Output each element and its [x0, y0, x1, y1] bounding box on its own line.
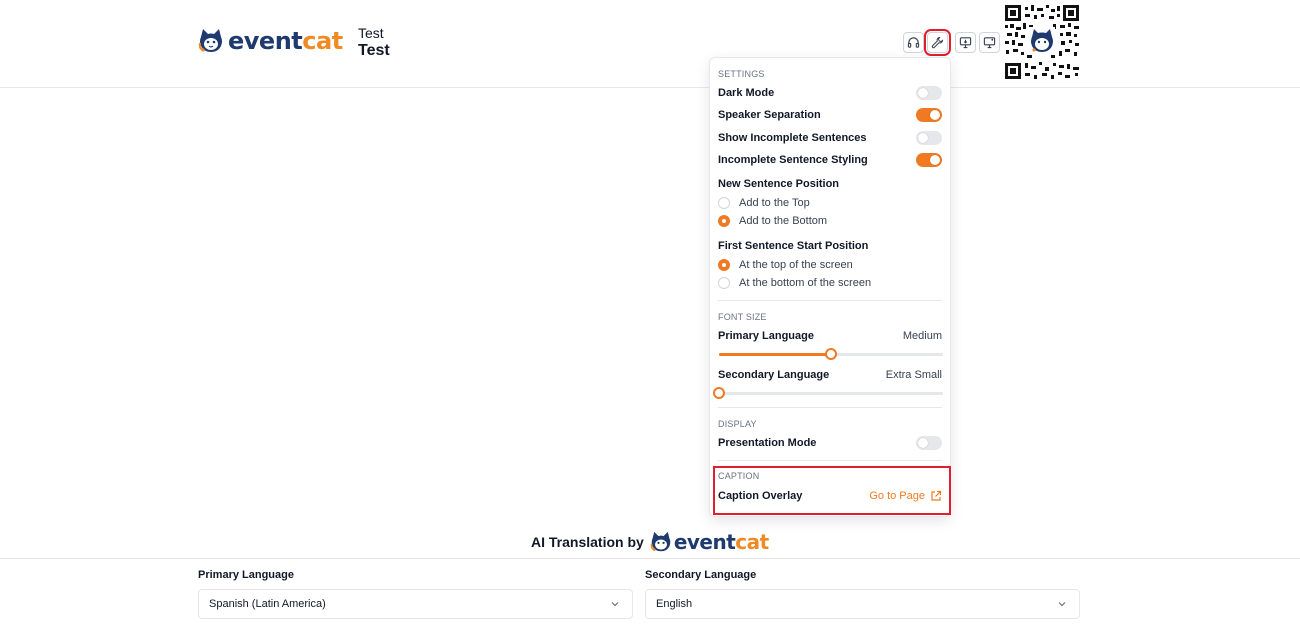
headphones-icon: [907, 37, 920, 48]
radio-button[interactable]: [718, 277, 730, 289]
caption-section-label: CAPTION: [718, 471, 760, 481]
primary-language-size-value: Medium: [902, 330, 942, 342]
incomplete-styling-row: Incomplete Sentence Styling: [718, 151, 942, 169]
settings-panel: SETTINGS Dark Mode Speaker Separation Sh…: [709, 57, 951, 517]
presentation-icon: [959, 37, 972, 49]
secondary-language-size-label: Secondary Language: [718, 369, 830, 381]
show-incomplete-row: Show Incomplete Sentences: [718, 129, 942, 147]
secondary-language-size-row: Secondary Language Extra Small: [718, 366, 942, 384]
divider: [718, 300, 942, 301]
secondary-language-value: English: [656, 598, 693, 610]
slider-fill: [719, 353, 831, 356]
footer-logo-wordmark: eventcat: [673, 530, 769, 554]
radio-label: At the bottom of the screen: [739, 277, 872, 289]
primary-language-size-slider[interactable]: [719, 348, 943, 360]
dark-mode-row: Dark Mode: [718, 84, 942, 102]
primary-language-select[interactable]: Spanish (Latin America): [198, 589, 633, 619]
cat-logo-icon: [650, 531, 671, 552]
chevron-down-icon: [611, 602, 619, 607]
primary-language-value: Spanish (Latin America): [209, 598, 326, 610]
primary-language-label: Primary Language: [198, 569, 294, 581]
show-incomplete-toggle[interactable]: [916, 131, 942, 145]
radio-button[interactable]: [718, 197, 730, 209]
font-size-section-label: FONT SIZE: [718, 312, 767, 322]
dark-mode-toggle[interactable]: [916, 86, 942, 100]
divider: [718, 460, 942, 461]
dark-mode-label: Dark Mode: [718, 87, 775, 99]
speaker-separation-toggle[interactable]: [916, 108, 942, 122]
event-title-line1: Test: [358, 25, 384, 41]
settings-section-label: SETTINGS: [718, 69, 765, 79]
first-sentence-start-label: First Sentence Start Position: [718, 240, 869, 252]
go-to-page-label: Go to Page: [869, 490, 925, 502]
eventcat-logo[interactable]: eventcat: [198, 27, 343, 55]
incomplete-styling-toggle[interactable]: [916, 153, 942, 167]
go-to-page-link[interactable]: Go to Page: [869, 490, 942, 502]
presentation-mode-toggle[interactable]: [916, 436, 942, 450]
audio-button[interactable]: [903, 32, 924, 53]
wrench-icon: [931, 36, 944, 49]
secondary-language-size-slider[interactable]: [713, 387, 943, 399]
ai-translation-credit: AI Translation by eventcat: [531, 528, 769, 556]
divider: [718, 407, 942, 408]
display-section-label: DISPLAY: [718, 419, 757, 429]
footer-divider: [0, 558, 1300, 559]
radio-top-of-screen[interactable]: At the top of the screen: [718, 259, 853, 271]
logo-wordmark: eventcat: [228, 27, 343, 55]
caption-overlay-label: Caption Overlay: [718, 490, 803, 502]
external-link-icon: [931, 490, 942, 501]
presentation-mode-row: Presentation Mode: [718, 434, 942, 452]
radio-add-to-top[interactable]: Add to the Top: [718, 197, 810, 209]
secondary-language-select[interactable]: English: [645, 589, 1080, 619]
speaker-separation-label: Speaker Separation: [718, 109, 821, 121]
radio-button[interactable]: [718, 259, 730, 271]
slider-thumb[interactable]: [713, 387, 725, 399]
new-sentence-position-label: New Sentence Position: [718, 178, 840, 190]
radio-bottom-of-screen[interactable]: At the bottom of the screen: [718, 277, 871, 289]
show-incomplete-label: Show Incomplete Sentences: [718, 132, 867, 144]
speaker-separation-row: Speaker Separation: [718, 106, 942, 124]
ai-translation-label: AI Translation by: [531, 534, 644, 550]
incomplete-styling-label: Incomplete Sentence Styling: [718, 154, 868, 166]
event-title: Test Test: [358, 24, 390, 60]
primary-language-size-label: Primary Language: [718, 330, 814, 342]
screen-button[interactable]: [979, 32, 1000, 53]
cat-logo-icon: [198, 29, 222, 52]
event-title-line2: Test: [358, 42, 390, 59]
slider-thumb[interactable]: [825, 348, 837, 360]
secondary-language-size-value: Extra Small: [885, 369, 942, 381]
primary-language-size-row: Primary Language Medium: [718, 327, 942, 345]
qr-code-icon[interactable]: [1005, 5, 1079, 79]
radio-label: Add to the Top: [739, 197, 810, 209]
radio-label: Add to the Bottom: [739, 215, 828, 227]
header: eventcat Test Test: [0, 0, 1300, 88]
secondary-language-label: Secondary Language: [645, 569, 757, 581]
monitor-icon: [983, 37, 996, 49]
settings-button[interactable]: [924, 29, 951, 56]
caption-overlay-row: Caption Overlay Go to Page: [718, 487, 942, 505]
radio-label: At the top of the screen: [739, 259, 853, 271]
radio-add-to-bottom[interactable]: Add to the Bottom: [718, 215, 827, 227]
chevron-down-icon: [1058, 602, 1066, 607]
presentation-mode-label: Presentation Mode: [718, 437, 817, 449]
radio-button[interactable]: [718, 215, 730, 227]
presentation-button[interactable]: [955, 32, 976, 53]
